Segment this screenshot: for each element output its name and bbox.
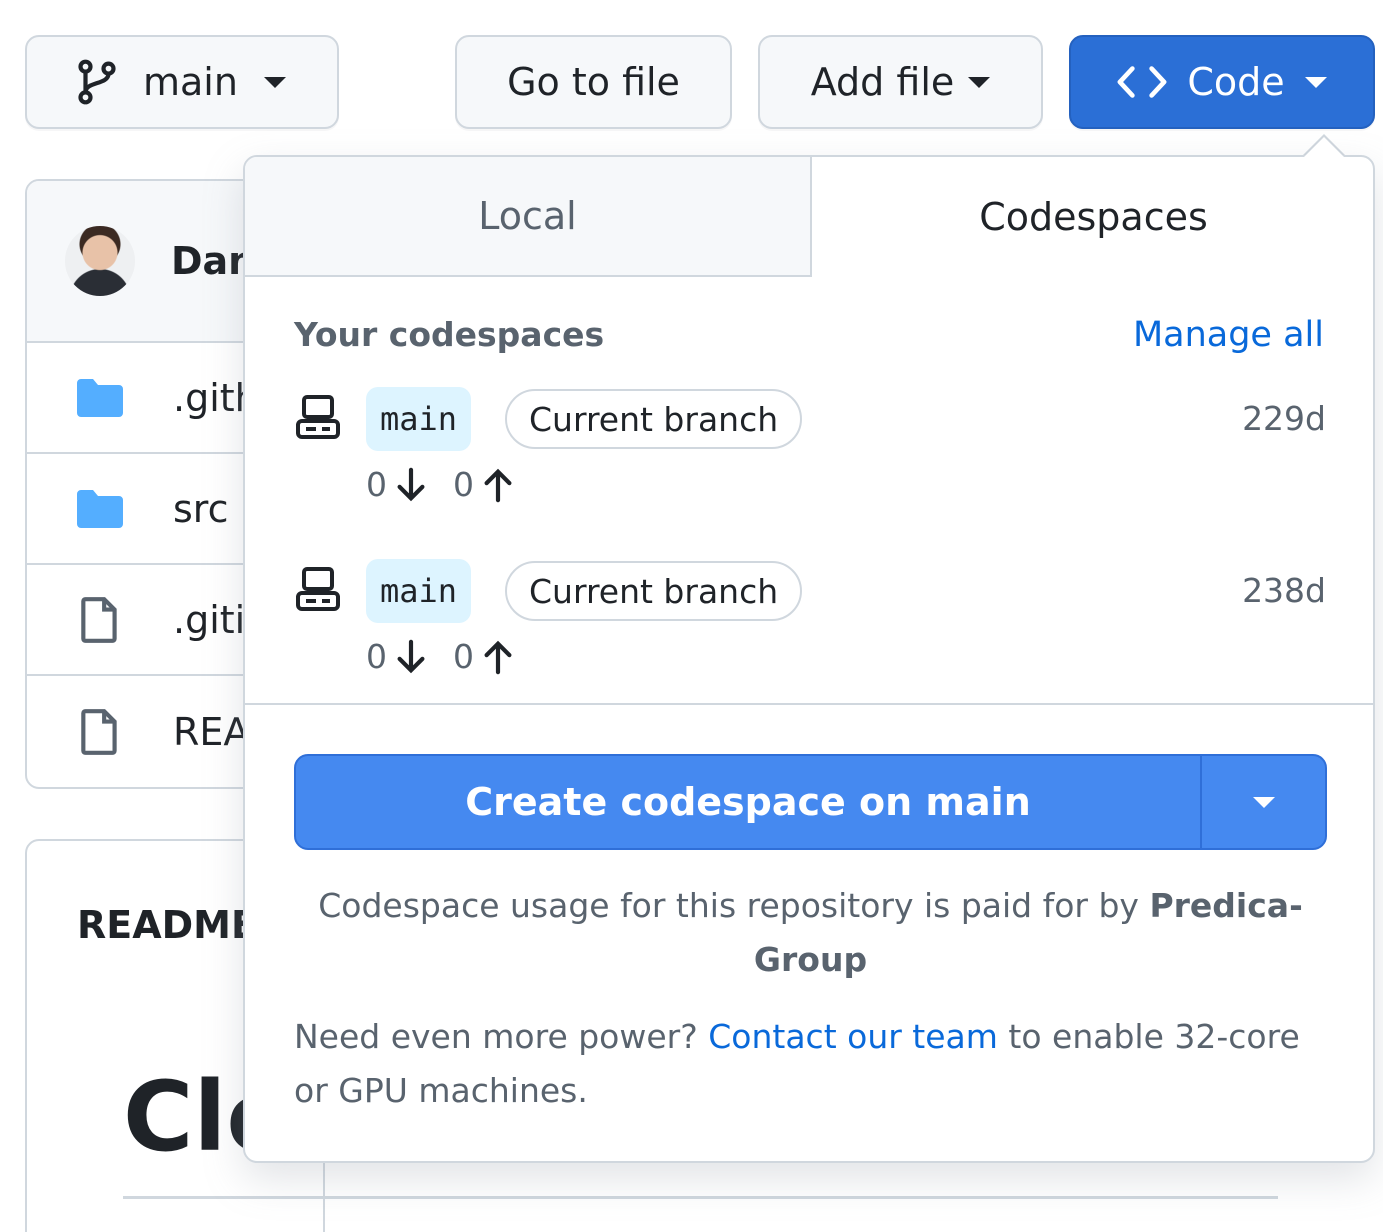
arrow-up-icon (484, 640, 512, 674)
ahead-count: 0 (453, 637, 474, 676)
code-label: Code (1187, 60, 1285, 104)
popover-arrow-fill (1304, 137, 1344, 157)
commit-stats: 0 0 (366, 465, 514, 504)
chevron-down-icon (263, 76, 286, 88)
current-branch-badge: Current branch (505, 389, 803, 449)
branch-selector-button[interactable]: main (25, 35, 339, 129)
add-file-button[interactable]: Add file (758, 35, 1043, 129)
avatar[interactable] (65, 226, 135, 296)
chevron-down-icon (1304, 76, 1327, 88)
arrow-down-icon (397, 467, 425, 501)
chevron-down-icon (1252, 796, 1275, 808)
codespace-age: 229d (1242, 399, 1326, 438)
file-name[interactable]: .giti (173, 598, 245, 642)
billing-note: Codespace usage for this repository is p… (294, 879, 1327, 987)
current-branch-badge: Current branch (505, 561, 803, 621)
arrow-down-icon (397, 639, 425, 673)
repo-page: main Go to file Add file Code Dan .gith … (0, 0, 1383, 1232)
manage-all-link[interactable]: Manage all (1133, 315, 1324, 355)
code-icon (1117, 66, 1167, 98)
codespace-icon (296, 567, 340, 611)
readme-label[interactable]: README (77, 903, 257, 947)
arrow-up-icon (484, 468, 512, 502)
codespace-item[interactable]: main Current branch 229d 0 0 (294, 387, 1326, 517)
code-dropdown-popover: Local Codespaces Your codespaces Manage … (243, 155, 1375, 1163)
branch-pill: main (366, 559, 472, 623)
codespace-icon (296, 395, 340, 439)
branch-label: main (143, 60, 238, 104)
billing-text: Codespace usage for this repository is p… (318, 886, 1150, 925)
codespace-item[interactable]: main Current branch 238d 0 0 (294, 559, 1326, 689)
tab-codespaces[interactable]: Codespaces (812, 157, 1375, 277)
create-codespace-button[interactable]: Create codespace on main (296, 756, 1202, 848)
go-to-file-button[interactable]: Go to file (455, 35, 732, 129)
codespace-age: 238d (1242, 571, 1326, 610)
section-title: Your codespaces (294, 315, 605, 354)
ahead-count: 0 (453, 465, 474, 504)
tab-local[interactable]: Local (245, 157, 812, 277)
folder-icon (77, 489, 123, 528)
git-branch-icon (78, 59, 116, 105)
go-to-file-label: Go to file (507, 60, 680, 104)
upgrade-note: Need even more power? Contact our team t… (294, 1010, 1327, 1118)
upgrade-prefix: Need even more power? (294, 1017, 709, 1056)
file-icon (81, 596, 117, 643)
file-name[interactable]: REA (173, 710, 249, 754)
code-button[interactable]: Code (1069, 35, 1375, 129)
add-file-label: Add file (810, 60, 955, 104)
file-name[interactable]: src (173, 487, 228, 531)
file-icon (81, 708, 117, 755)
commit-stats: 0 0 (366, 637, 514, 676)
behind-count: 0 (366, 465, 387, 504)
popover-divider (245, 703, 1373, 705)
readme-divider (123, 1196, 1278, 1199)
create-codespace-button-group: Create codespace on main (294, 754, 1327, 850)
branch-pill: main (366, 387, 472, 451)
chevron-down-icon (968, 76, 991, 88)
contact-team-link[interactable]: Contact our team (708, 1017, 998, 1056)
folder-icon (77, 378, 123, 417)
behind-count: 0 (366, 637, 387, 676)
create-codespace-options-button[interactable] (1202, 756, 1325, 848)
